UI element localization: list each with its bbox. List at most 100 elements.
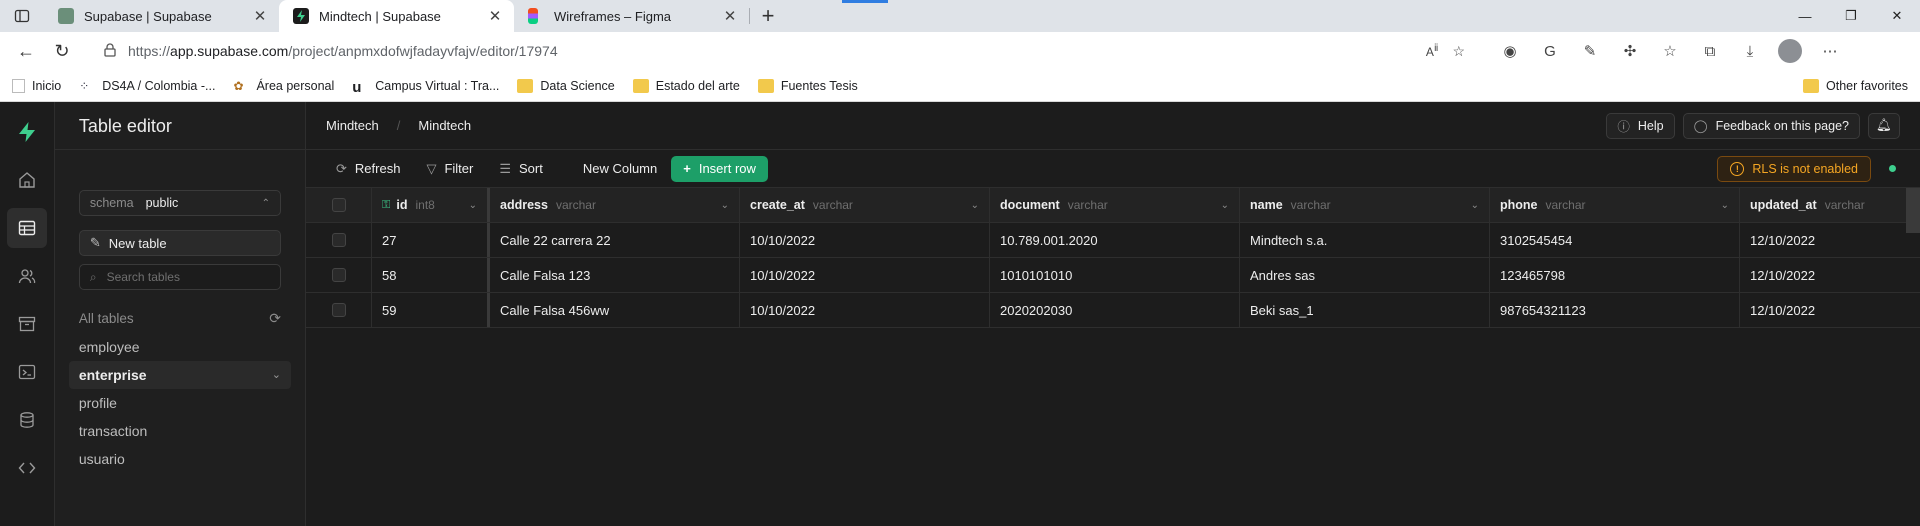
refresh-button[interactable]: ⟳ Refresh — [336, 161, 400, 177]
table-cell[interactable]: Calle 22 carrera 22 — [490, 223, 740, 257]
close-tab-icon[interactable]: ✕ — [251, 7, 269, 25]
table-cell[interactable]: 123465798 — [1490, 258, 1740, 292]
home-icon[interactable] — [7, 160, 47, 200]
bookmark-estado-del-arte[interactable]: Estado del arte — [632, 78, 740, 93]
column-header-address[interactable]: address varchar ⌄ — [490, 188, 740, 222]
table-row[interactable]: 58 Calle Falsa 123 10/10/2022 1010101010… — [306, 258, 1920, 293]
close-tab-icon[interactable]: ✕ — [721, 7, 739, 25]
row-select[interactable] — [306, 258, 372, 292]
sidebar-item-profile[interactable]: profile — [69, 389, 291, 417]
bookmark-ds4a[interactable]: ⁘ DS4A / Colombia -... — [79, 79, 215, 93]
table-cell[interactable]: 10.789.001.2020 — [990, 223, 1240, 257]
browser-tab-figma[interactable]: Wireframes – Figma ✕ — [514, 0, 749, 32]
chevron-down-icon[interactable]: ⌄ — [1221, 200, 1229, 211]
add-favorite-icon[interactable]: ☆ — [1452, 43, 1465, 60]
downloads-icon[interactable]: ⤓ — [1735, 36, 1765, 66]
storage-icon[interactable] — [7, 304, 47, 344]
grammarly-icon[interactable]: G — [1535, 36, 1565, 66]
schema-selector[interactable]: schema public ⌃ — [78, 190, 281, 216]
back-button[interactable]: ← — [8, 36, 44, 66]
table-cell[interactable]: 10/10/2022 — [740, 258, 990, 292]
table-cell[interactable]: 3102545454 — [1490, 223, 1740, 257]
table-cell[interactable]: Calle Falsa 456ww — [490, 293, 740, 327]
table-cell[interactable]: 27 — [372, 223, 490, 257]
database-icon[interactable] — [7, 400, 47, 440]
column-header-phone[interactable]: phone varchar ⌄ — [1490, 188, 1740, 222]
table-cell[interactable]: 10/10/2022 — [740, 223, 990, 257]
checkbox[interactable] — [331, 198, 346, 212]
table-row[interactable]: 27 Calle 22 carrera 22 10/10/2022 10.789… — [306, 223, 1920, 258]
table-editor-icon[interactable] — [6, 208, 47, 248]
more-menu-icon[interactable]: ⋯ — [1815, 36, 1845, 66]
column-header-name[interactable]: name varchar ⌄ — [1240, 188, 1490, 222]
breadcrumb-org[interactable]: Mindtech — [326, 118, 379, 133]
row-select[interactable] — [306, 293, 372, 327]
table-cell[interactable]: Calle Falsa 123 — [490, 258, 740, 292]
table-cell[interactable]: Beki sas_1 — [1240, 293, 1490, 327]
checkbox[interactable] — [331, 268, 346, 282]
collections-icon[interactable]: ⧉ — [1695, 36, 1725, 66]
bookmark-campus-virtual[interactable]: u Campus Virtual : Tra... — [352, 79, 499, 96]
tab-actions-button[interactable] — [0, 0, 44, 32]
checkbox[interactable] — [331, 303, 346, 317]
sidebar-item-employee[interactable]: employee — [69, 333, 291, 361]
feedback-button[interactable]: ◯ Feedback on this page? — [1682, 112, 1860, 139]
close-window-button[interactable]: ✕ — [1874, 0, 1920, 32]
sidebar-item-enterprise[interactable]: enterprise ⌄ — [68, 361, 291, 389]
rls-warning-badge[interactable]: ! RLS is not enabled — [1717, 155, 1871, 182]
column-header-document[interactable]: document varchar ⌄ — [990, 188, 1240, 222]
extension-icon[interactable]: ◉ — [1495, 36, 1525, 66]
vertical-scrollbar[interactable] — [1906, 188, 1920, 233]
insert-row-button[interactable]: + Insert row — [671, 155, 768, 182]
search-tables-input[interactable]: ⌕ Search tables — [78, 264, 281, 290]
table-cell[interactable]: 12/10/2022 — [1740, 223, 1920, 257]
select-all-checkbox[interactable] — [306, 188, 372, 222]
profile-button[interactable] — [1775, 36, 1805, 66]
notifications-button[interactable]: 🔔︎ — [1868, 112, 1900, 139]
table-cell[interactable]: 1010101010 — [990, 258, 1240, 292]
bookmark-fuentes-tesis[interactable]: Fuentes Tesis — [757, 78, 858, 93]
table-row[interactable]: 59 Calle Falsa 456ww 10/10/2022 20202020… — [306, 293, 1920, 328]
api-code-icon[interactable] — [7, 448, 47, 488]
table-cell[interactable]: 59 — [372, 293, 490, 327]
users-icon[interactable] — [7, 256, 47, 296]
favorites-icon[interactable]: ☆ — [1655, 36, 1685, 66]
restore-button[interactable]: ❐ — [1828, 0, 1874, 32]
row-select[interactable] — [306, 223, 372, 257]
read-aloud-icon[interactable]: Aⅱ — [1426, 43, 1439, 59]
new-tab-button[interactable]: + — [750, 0, 786, 32]
help-button[interactable]: ⓘ Help — [1606, 112, 1675, 139]
url-field[interactable]: https://app.supabase.com/project/anpmxdo… — [92, 36, 1477, 66]
table-cell[interactable]: 12/10/2022 — [1740, 258, 1920, 292]
sidebar-item-usuario[interactable]: usuario — [69, 445, 291, 473]
chevron-down-icon[interactable]: ⌄ — [1721, 200, 1729, 211]
breadcrumb-project[interactable]: Mindtech — [418, 118, 471, 133]
filter-button[interactable]: ▽ Filter — [426, 161, 473, 177]
supabase-logo-icon[interactable] — [7, 112, 47, 152]
sort-button[interactable]: ☰ Sort — [499, 161, 543, 177]
column-header-create-at[interactable]: create_at varchar ⌄ — [740, 188, 990, 222]
browser-tab-mindtech[interactable]: Mindtech | Supabase ✕ — [279, 0, 514, 32]
color-picker-icon[interactable]: ✎ — [1575, 36, 1605, 66]
column-header-updated-at[interactable]: updated_at varchar — [1740, 188, 1920, 222]
bookmark-data-science[interactable]: Data Science — [517, 78, 615, 93]
minimize-button[interactable]: — — [1782, 0, 1828, 32]
refresh-tables-icon[interactable]: ⟳ — [269, 310, 281, 327]
table-cell[interactable]: 10/10/2022 — [740, 293, 990, 327]
table-cell[interactable]: 2020202030 — [990, 293, 1240, 327]
bookmark-area-personal[interactable]: ✿ Área personal — [233, 79, 334, 93]
new-column-button[interactable]: New Column — [583, 161, 657, 176]
sql-editor-icon[interactable] — [7, 352, 47, 392]
chevron-down-icon[interactable]: ⌄ — [1471, 200, 1479, 211]
table-cell[interactable]: Andres sas — [1240, 258, 1490, 292]
sidebar-item-transaction[interactable]: transaction — [69, 417, 291, 445]
extensions-puzzle-icon[interactable]: ✣ — [1615, 36, 1645, 66]
table-cell[interactable]: 12/10/2022 — [1740, 293, 1920, 327]
column-header-id[interactable]: ⚿ id int8 ⌄ — [372, 188, 490, 222]
chevron-down-icon[interactable]: ⌄ — [469, 200, 477, 211]
checkbox[interactable] — [331, 233, 346, 247]
table-cell[interactable]: Mindtech s.a. — [1240, 223, 1490, 257]
browser-tab-supabase[interactable]: Supabase | Supabase ✕ — [44, 0, 279, 32]
new-table-button[interactable]: ✎ New table — [78, 230, 281, 256]
chevron-down-icon[interactable]: ⌄ — [971, 200, 979, 211]
